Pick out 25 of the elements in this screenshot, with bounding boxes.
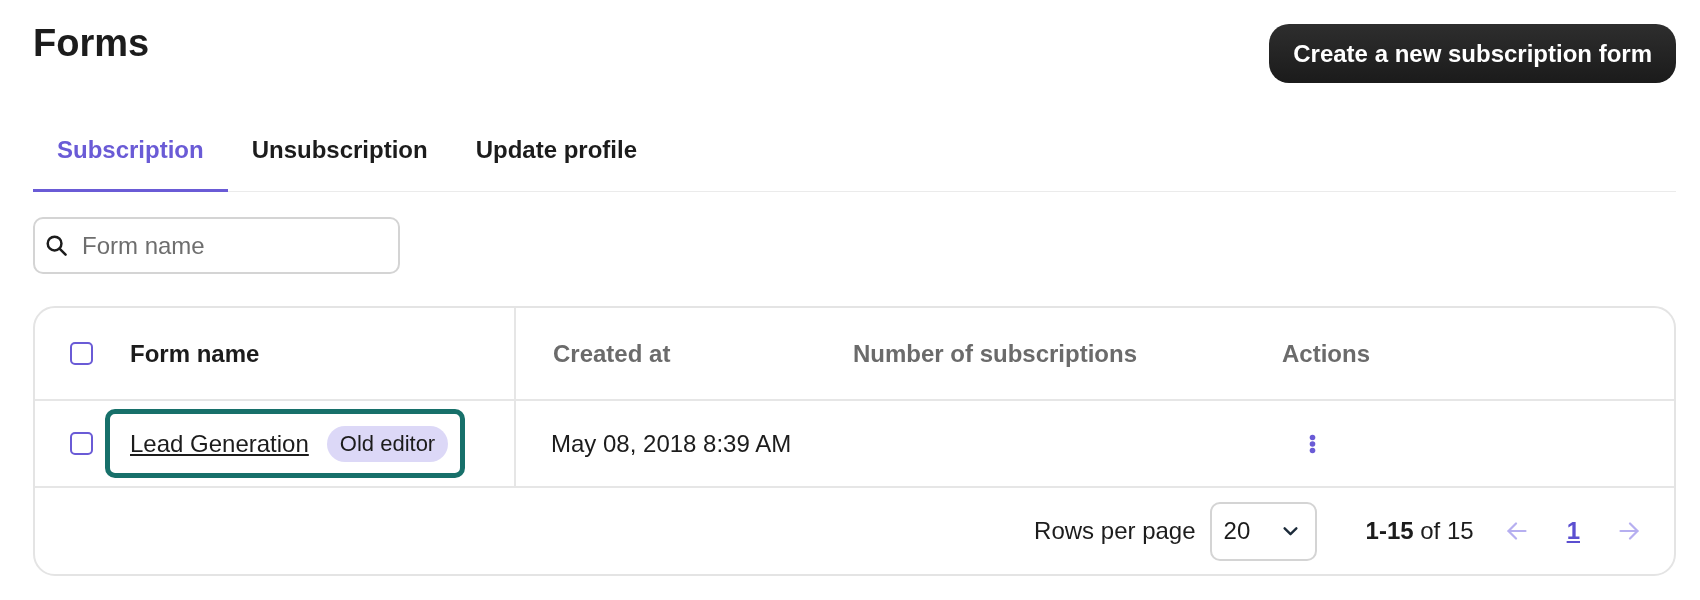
checkbox[interactable] [70, 432, 93, 455]
editor-badge: Old editor [326, 425, 449, 462]
chevron-down-icon [1282, 526, 1298, 536]
create-form-button[interactable]: Create a new subscription form [1269, 24, 1676, 83]
column-header: Number of subscriptions [853, 338, 1138, 369]
tab[interactable]: Subscription [33, 134, 228, 192]
column-header: Actions [1282, 338, 1370, 369]
form-name-link[interactable]: Lead Generation [130, 425, 309, 462]
page-title: Forms [33, 21, 150, 65]
rows-per-page-label: Rows per page [1034, 516, 1196, 546]
checkbox[interactable] [70, 342, 93, 365]
kebab-menu-icon [1308, 433, 1316, 454]
arrow-left-icon [1506, 522, 1527, 540]
page-number-link[interactable]: 1 [1566, 513, 1580, 549]
column-header: Form name [130, 338, 260, 369]
created-at-cell-text: May 08, 2018 8:39 AM [551, 428, 792, 459]
row-actions-button[interactable] [1308, 433, 1316, 454]
search-icon [46, 235, 67, 256]
rows-per-page-select[interactable]: 20 [1209, 501, 1317, 561]
search-field[interactable]: Form name [33, 217, 400, 274]
arrow-right-icon [1619, 522, 1639, 540]
page-range-text: 1-15 of 15 [1365, 516, 1474, 546]
tab[interactable]: Update profile [451, 134, 662, 192]
column-header: Created at [553, 338, 671, 369]
tab[interactable]: Unsubscription [227, 134, 452, 192]
